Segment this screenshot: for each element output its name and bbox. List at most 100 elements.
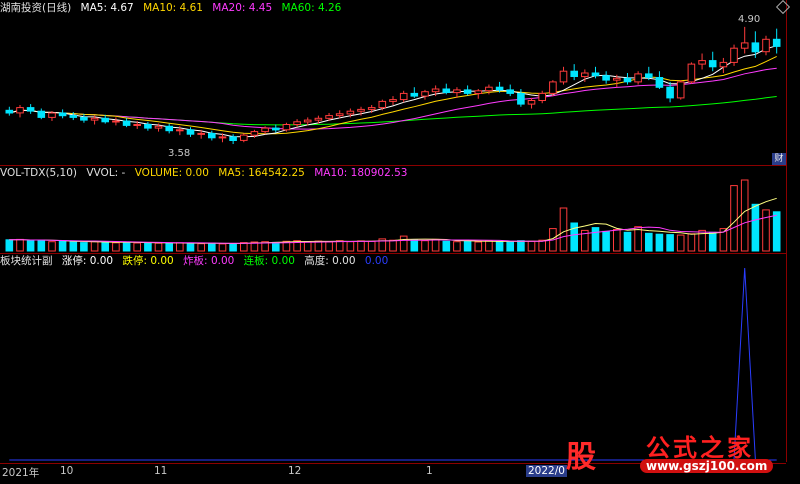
volume-bar xyxy=(740,179,749,252)
candle-body xyxy=(591,72,600,77)
candle-body xyxy=(218,136,227,139)
candle-body xyxy=(303,119,312,123)
volume-bar xyxy=(687,233,696,252)
candle-body xyxy=(559,70,568,83)
candle-body xyxy=(538,92,547,102)
volume-bar xyxy=(538,239,547,252)
candle-body xyxy=(48,112,56,118)
zhaban-label: 炸板: 0.00 xyxy=(183,255,235,267)
volume-bar xyxy=(90,241,99,252)
candle-body xyxy=(485,86,493,92)
candle-body xyxy=(176,129,184,132)
volume-bar xyxy=(176,242,184,252)
candle-body xyxy=(527,100,536,105)
candle-body xyxy=(495,86,504,91)
candle-body xyxy=(751,42,760,53)
volume-bar xyxy=(730,185,738,252)
ma5-label: MA5: 4.67 xyxy=(80,2,134,14)
candle-body xyxy=(261,127,269,133)
candle-body xyxy=(506,89,514,94)
volume-bar xyxy=(655,233,664,252)
chart-root xyxy=(0,0,800,480)
candle-body xyxy=(772,38,781,47)
time-tick: 11 xyxy=(154,465,168,477)
ma60-label: MA60: 4.26 xyxy=(281,2,342,14)
candle-body xyxy=(634,73,642,83)
volume-bar xyxy=(357,240,365,252)
volume-bar xyxy=(26,240,35,252)
candle-body xyxy=(410,92,419,97)
volume-bar xyxy=(367,240,376,252)
candle-body xyxy=(272,127,280,131)
candle-body xyxy=(762,38,770,53)
vol-ma5-label: MA5: 164542.25 xyxy=(218,167,305,179)
right-border xyxy=(786,0,787,462)
candle-body xyxy=(112,120,120,123)
ind-name: 板块统计副 xyxy=(0,255,53,267)
volume-bar xyxy=(165,243,173,252)
low-marker: 3.58 xyxy=(168,148,191,159)
candle-body xyxy=(240,134,248,141)
finance-badge[interactable]: 财 xyxy=(772,153,786,165)
candle-body xyxy=(37,110,46,118)
volume-bar xyxy=(80,242,88,252)
candle-body xyxy=(335,113,344,117)
vol-panel-header: VOL-TDX(5,10) VVOL: - VOLUME: 0.00 MA5: … xyxy=(0,166,413,180)
candle-body xyxy=(655,77,664,88)
vvol-label: VVOL: - xyxy=(86,167,126,179)
volume-bar xyxy=(645,232,653,252)
volume-bar xyxy=(186,242,195,252)
watermark-logo: 股 xyxy=(566,440,596,475)
candle-body xyxy=(101,117,110,123)
lianban-label: 连板: 0.00 xyxy=(243,255,295,267)
main-panel-header: 湖南投资(日线) MA5: 4.67 MA10: 4.61 MA20: 4.45… xyxy=(0,1,347,15)
volume-bar xyxy=(101,241,110,252)
candle-body xyxy=(314,117,323,121)
candle-body xyxy=(378,100,387,109)
candle-body xyxy=(740,42,749,49)
time-tick: 1 xyxy=(426,465,433,477)
candle-body xyxy=(676,81,685,99)
volume-bar xyxy=(272,241,280,252)
volume-bar xyxy=(208,242,216,252)
volume-bar xyxy=(591,227,600,252)
candle-body xyxy=(517,92,525,105)
candle-body xyxy=(186,129,195,135)
ind-panel-header: 板块统计副 涨停: 0.00 跌停: 0.00 炸板: 0.00 连板: 0.0… xyxy=(0,254,394,268)
volume-bar xyxy=(399,235,408,252)
candle-body xyxy=(687,63,696,83)
time-tick: 12 xyxy=(288,465,302,477)
volume-bar xyxy=(751,203,760,252)
candle-body xyxy=(581,72,589,78)
candle-body xyxy=(208,132,216,139)
volume-bar xyxy=(229,243,237,252)
volume-bar xyxy=(389,239,397,252)
high-marker: 4.90 xyxy=(738,14,761,25)
candle-body xyxy=(154,125,163,129)
volume-bar xyxy=(570,222,579,252)
candle-body xyxy=(69,115,78,118)
volume-bar xyxy=(37,239,46,252)
time-tick-current: 2022/0 xyxy=(526,465,567,477)
candle-body xyxy=(325,115,333,119)
candle-body xyxy=(58,112,67,117)
volume-bar xyxy=(69,241,78,252)
volume-bar xyxy=(634,226,642,252)
candle-body xyxy=(570,70,579,77)
volume-bar xyxy=(218,243,227,252)
volume-bar xyxy=(197,243,205,252)
volume-bar xyxy=(431,238,440,252)
gaodu-label: 高度: 0.00 xyxy=(304,255,356,267)
volume-bar xyxy=(421,240,429,252)
volume-bar xyxy=(58,240,67,252)
volume-bar xyxy=(325,241,333,252)
volume-bar xyxy=(5,239,14,252)
candle-body xyxy=(431,88,440,93)
volume-bar xyxy=(666,234,674,252)
candle-body xyxy=(122,120,131,126)
watermark-url: www.gszj100.com xyxy=(640,459,774,473)
volume-bar xyxy=(613,229,621,252)
volume-bar xyxy=(517,240,525,252)
candle-body xyxy=(389,99,397,102)
candle-body xyxy=(80,116,88,121)
